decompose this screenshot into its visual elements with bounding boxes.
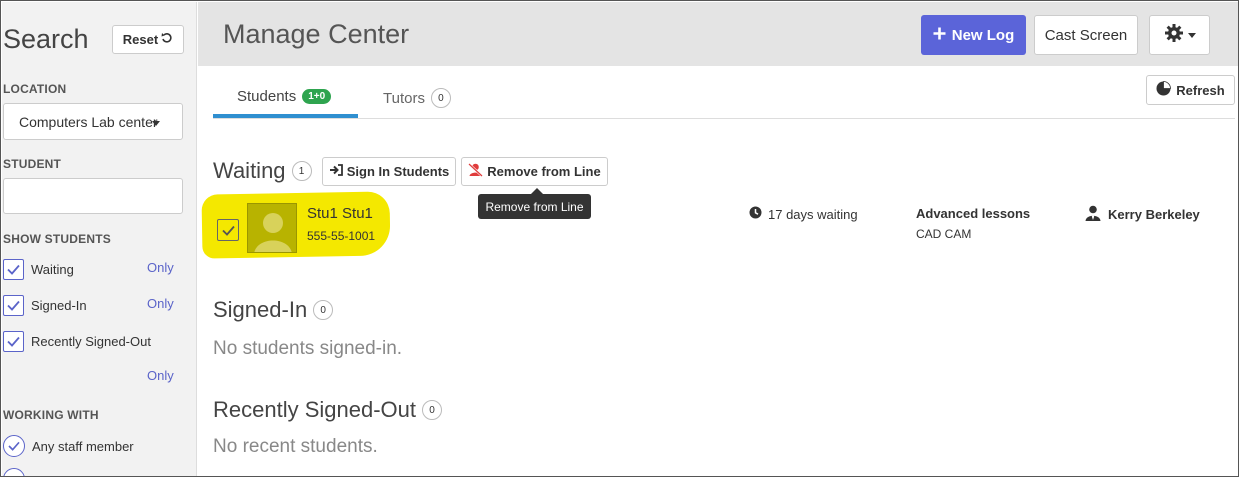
tabs-divider xyxy=(213,118,1235,119)
check-icon xyxy=(8,441,20,451)
students-count-badge: 1+0 xyxy=(302,89,332,104)
filter-waiting-label: Waiting xyxy=(31,262,74,277)
checkbox-waiting[interactable] xyxy=(3,259,24,280)
settings-menu-button[interactable] xyxy=(1149,15,1210,55)
checkbox-recently-signed-out[interactable] xyxy=(3,331,24,352)
visit-course: CAD CAM xyxy=(916,227,972,241)
recently-signed-out-count-badge: 0 xyxy=(422,400,442,420)
remove-from-line-tooltip: Remove from Line xyxy=(478,194,591,219)
sidebar-title: Search xyxy=(3,24,89,54)
refresh-button[interactable]: Refresh xyxy=(1146,75,1235,105)
filter-recently-signed-out[interactable]: Recently Signed-Out xyxy=(3,331,151,352)
assigned-tutor[interactable]: Kerry Berkeley xyxy=(1085,205,1200,224)
remove-user-icon xyxy=(468,163,484,180)
undo-icon xyxy=(161,32,173,47)
sign-in-students-label: Sign In Students xyxy=(346,164,450,179)
check-icon xyxy=(221,225,235,236)
plus-icon xyxy=(933,27,946,44)
student-name[interactable]: Stu1 Stu1 xyxy=(307,205,373,222)
signed-in-section-title: Signed-In 0 xyxy=(213,297,334,323)
only-recently-signed-out-link[interactable]: Only xyxy=(147,368,174,383)
filter-signed-in[interactable]: Signed-In xyxy=(3,295,87,316)
checkbox-signed-in[interactable] xyxy=(3,295,24,316)
sign-in-students-button[interactable]: Sign In Students xyxy=(322,157,456,186)
page-title: Manage Center xyxy=(223,19,410,49)
reset-label: Reset xyxy=(122,32,159,47)
only-signed-in-link[interactable]: Only xyxy=(147,296,174,311)
clock-icon xyxy=(749,206,762,222)
remove-from-line-button[interactable]: Remove from Line xyxy=(461,157,608,186)
new-log-button[interactable]: New Log xyxy=(921,15,1026,55)
signed-in-count-badge: 0 xyxy=(313,300,334,320)
caret-down-icon xyxy=(1187,32,1196,38)
tab-students-label: Students xyxy=(237,88,297,105)
location-value: Computers Lab center xyxy=(19,114,158,130)
remove-from-line-label: Remove from Line xyxy=(487,164,601,179)
student-search-input[interactable] xyxy=(3,178,183,214)
tutors-count-badge: 0 xyxy=(430,88,451,108)
check-icon xyxy=(7,336,20,347)
student-select-checkbox[interactable] xyxy=(217,219,239,241)
user-placeholder-icon xyxy=(254,213,292,252)
only-waiting-link[interactable]: Only xyxy=(147,260,174,275)
reset-button[interactable]: Reset xyxy=(112,25,184,54)
avatar xyxy=(247,203,297,253)
filter-waiting[interactable]: Waiting xyxy=(3,259,74,280)
location-select[interactable]: Computers Lab center xyxy=(3,103,183,140)
filter-recently-signed-out-label: Recently Signed-Out xyxy=(31,334,151,349)
wait-time: 17 days waiting xyxy=(749,206,858,222)
recently-signed-out-title: Recently Signed-Out xyxy=(213,397,416,422)
sign-in-icon xyxy=(329,164,343,179)
tab-tutors-label: Tutors xyxy=(383,89,425,107)
signed-in-empty-message: No students signed-in. xyxy=(213,338,403,359)
radio-other[interactable] xyxy=(3,468,25,476)
signed-in-title: Signed-In xyxy=(213,297,308,322)
page-header: Manage Center New Log Cast Screen xyxy=(198,2,1238,66)
filter-signed-in-label: Signed-In xyxy=(31,298,87,313)
student-label: STUDENT xyxy=(3,157,62,171)
waiting-section-title: Waiting 1 xyxy=(213,158,312,184)
caret-down-icon xyxy=(152,121,160,126)
tutor-icon xyxy=(1085,205,1101,224)
refresh-label: Refresh xyxy=(1176,82,1225,98)
tab-tutors[interactable]: Tutors 0 xyxy=(383,88,451,108)
recently-signed-out-section-title: Recently Signed-Out 0 xyxy=(213,397,442,423)
show-students-label: SHOW STUDENTS xyxy=(3,232,111,246)
visit-reason: Advanced lessons xyxy=(916,206,1031,221)
tutor-name: Kerry Berkeley xyxy=(1108,207,1200,222)
working-with-any-staff[interactable]: Any staff member xyxy=(3,435,134,457)
wait-time-text: 17 days waiting xyxy=(768,206,858,222)
app-window: Search Reset LOCATION Computers Lab cent… xyxy=(0,0,1239,477)
student-id: 555-55-1001 xyxy=(307,229,376,243)
new-log-label: New Log xyxy=(951,26,1015,44)
waiting-count-badge: 1 xyxy=(291,161,312,181)
radio-any-staff[interactable] xyxy=(3,435,25,457)
cast-screen-label: Cast Screen xyxy=(1044,26,1128,44)
recently-signed-out-empty-message: No recent students. xyxy=(213,436,378,457)
cast-screen-button[interactable]: Cast Screen xyxy=(1034,15,1138,55)
check-icon xyxy=(7,300,20,311)
waiting-title: Waiting xyxy=(213,158,286,183)
location-label: LOCATION xyxy=(3,82,67,96)
pie-chart-icon xyxy=(1156,81,1172,99)
any-staff-label: Any staff member xyxy=(32,438,134,454)
search-sidebar: Search Reset LOCATION Computers Lab cent… xyxy=(2,2,197,476)
check-icon xyxy=(7,264,20,275)
tab-students[interactable]: Students 1+0 xyxy=(237,88,332,105)
working-with-other[interactable] xyxy=(3,468,32,476)
gear-icon xyxy=(1164,23,1184,47)
working-with-label: WORKING WITH xyxy=(3,408,99,422)
